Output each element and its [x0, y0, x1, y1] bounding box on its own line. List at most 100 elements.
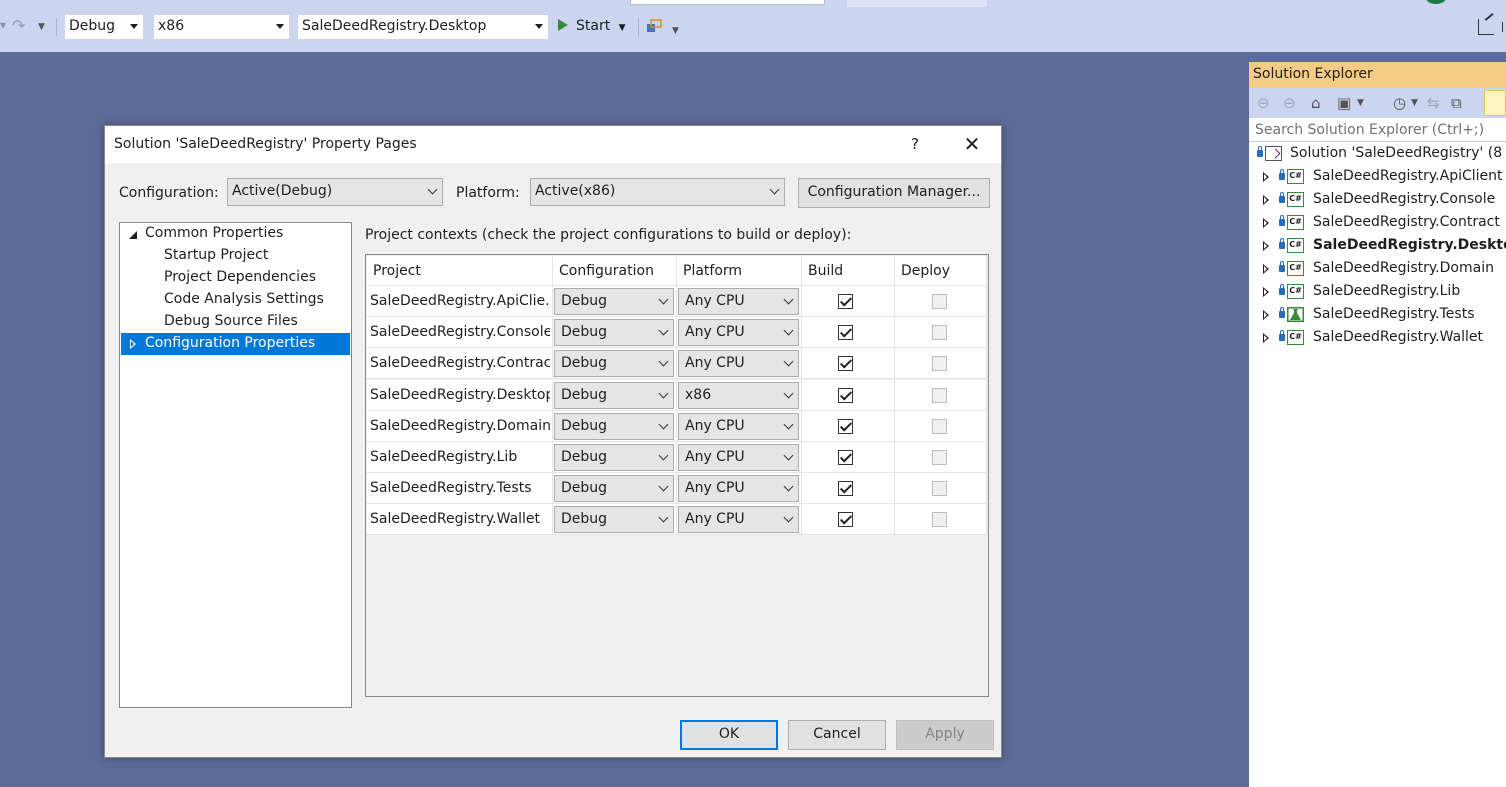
start-dropdown-icon[interactable]: ▼: [619, 23, 626, 33]
filter-dropdown-icon[interactable]: ▼: [1411, 98, 1418, 108]
collapse-all-icon[interactable]: ⧉: [1451, 94, 1462, 112]
platform-select[interactable]: Any CPU: [678, 444, 799, 471]
platform-select[interactable]: Any CPU: [678, 319, 799, 347]
platform-select[interactable]: Any CPU: [678, 506, 799, 534]
tree-item-common-properties[interactable]: Common Properties: [120, 223, 351, 245]
solution-explorer-title[interactable]: Solution Explorer: [1249, 62, 1506, 88]
lock-icon: [1279, 169, 1285, 180]
expand-icon[interactable]: [1263, 310, 1269, 320]
account-status-icon[interactable]: [1426, 0, 1446, 4]
solution-configuration-combo[interactable]: Debug: [64, 14, 144, 40]
top-search-field[interactable]: [630, 0, 825, 5]
platform-select[interactable]: x86: [678, 381, 799, 409]
configuration-combo[interactable]: Active(Debug): [227, 178, 443, 206]
expand-icon[interactable]: [1263, 264, 1269, 274]
configuration-select[interactable]: Debug: [554, 506, 674, 534]
expand-icon[interactable]: [1263, 218, 1269, 228]
platform-value: Any CPU: [685, 511, 745, 528]
help-button[interactable]: ?: [908, 135, 922, 153]
configuration-select[interactable]: Debug: [554, 350, 674, 378]
expand-icon[interactable]: [1263, 287, 1269, 297]
chevron-down-icon: [658, 450, 669, 461]
build-checkbox[interactable]: [838, 294, 853, 309]
close-icon[interactable]: ✕: [957, 132, 987, 158]
startup-project-combo[interactable]: SaleDeedRegistry.Desktop: [297, 14, 549, 40]
platform-value: Any CPU: [685, 417, 745, 434]
column-header-platform[interactable]: Platform: [677, 256, 802, 286]
sync-icon[interactable]: ⇆: [1427, 94, 1440, 112]
configuration-select[interactable]: Debug: [554, 381, 674, 409]
configuration-select[interactable]: Debug: [554, 412, 674, 440]
chevron-down-icon: [658, 388, 669, 399]
expand-icon[interactable]: [1263, 333, 1269, 343]
ok-button[interactable]: OK: [680, 720, 778, 750]
project-name: SaleDeedRegistry.Lib: [370, 449, 518, 465]
configuration-select[interactable]: Debug: [554, 475, 674, 503]
collapsed-icon[interactable]: [130, 339, 136, 349]
grid-cell-project: SaleDeedRegistry.ApiClie...: [367, 286, 553, 317]
platform-combo[interactable]: Active(x86): [530, 178, 785, 206]
configuration-select[interactable]: Debug: [554, 444, 674, 471]
platform-select[interactable]: Any CPU: [678, 475, 799, 503]
toolbar-overflow-icon[interactable]: [1502, 22, 1506, 32]
build-checkbox[interactable]: [838, 512, 853, 528]
expand-icon[interactable]: [1263, 195, 1269, 205]
platform-select[interactable]: Any CPU: [678, 412, 799, 440]
home-icon[interactable]: ⌂: [1311, 94, 1321, 112]
configuration-value: Debug: [561, 511, 608, 528]
tree-item-label: Startup Project: [164, 247, 269, 263]
tree-item-configuration-properties[interactable]: Configuration Properties: [121, 333, 350, 355]
show-all-files-icon[interactable]: [1484, 90, 1506, 116]
configuration-select[interactable]: Debug: [554, 319, 674, 347]
redo-icon[interactable]: ↷: [12, 16, 25, 35]
configuration-select[interactable]: Debug: [554, 288, 674, 315]
column-header-deploy[interactable]: Deploy: [895, 256, 987, 286]
tree-item-label: Configuration Properties: [145, 335, 316, 351]
live-share-icon[interactable]: [1478, 19, 1494, 35]
pending-changes-filter-icon[interactable]: ◷: [1393, 94, 1406, 112]
grid-cell-platform: Any CPU: [677, 410, 802, 442]
cancel-button[interactable]: Cancel: [788, 720, 886, 750]
build-checkbox[interactable]: [838, 450, 853, 465]
undo-dropdown-icon[interactable]: ▾: [0, 18, 6, 32]
browser-link-icon[interactable]: [646, 19, 662, 33]
column-header-build[interactable]: Build: [802, 256, 895, 286]
toolbar-options-icon[interactable]: ▼: [672, 26, 679, 36]
chevron-down-icon: [658, 512, 669, 523]
tree-item-project-dependencies[interactable]: Project Dependencies: [120, 267, 351, 289]
build-checkbox[interactable]: [838, 325, 853, 341]
column-header-project[interactable]: Project: [367, 256, 553, 286]
configuration-manager-button[interactable]: Configuration Manager...: [798, 178, 990, 208]
csharp-project-icon: C#: [1287, 192, 1304, 207]
platform-select[interactable]: Any CPU: [678, 288, 799, 315]
build-checkbox[interactable]: [838, 481, 853, 497]
expand-icon[interactable]: [1263, 241, 1269, 251]
forward-icon[interactable]: ⊖: [1283, 94, 1296, 112]
solution-configuration-value: Debug: [69, 18, 116, 34]
chevron-down-icon: [783, 450, 794, 461]
switch-views-icon[interactable]: ▣: [1337, 94, 1351, 112]
solution-platform-combo[interactable]: x86: [153, 14, 290, 40]
tree-item-startup-project[interactable]: Startup Project: [120, 245, 351, 267]
build-checkbox[interactable]: [838, 356, 853, 372]
expand-icon[interactable]: [1263, 172, 1269, 182]
grid-cell-platform: Any CPU: [677, 442, 802, 473]
property-pages-dialog: Solution 'SaleDeedRegistry' Property Pag…: [104, 125, 1002, 758]
expanded-icon[interactable]: [129, 231, 137, 239]
back-icon[interactable]: ⊖: [1257, 94, 1270, 112]
project-name: SaleDeedRegistry.Wallet: [370, 511, 541, 528]
build-checkbox[interactable]: [838, 418, 853, 434]
start-debugging-button[interactable]: Start ▼: [558, 18, 626, 34]
tree-item-code-analysis-settings[interactable]: Code Analysis Settings: [120, 289, 351, 311]
grid-cell-project: SaleDeedRegistry.Console: [367, 317, 553, 349]
column-header-configuration[interactable]: Configuration: [553, 256, 677, 286]
redo-dropdown-icon[interactable]: ▼: [38, 22, 45, 32]
switch-views-dropdown-icon[interactable]: ▼: [1357, 98, 1364, 108]
grid-cell-build: [802, 410, 895, 442]
solution-explorer-search[interactable]: Search Solution Explorer (Ctrl+;): [1249, 118, 1506, 142]
tree-item-debug-source-files[interactable]: Debug Source Files: [120, 311, 351, 333]
build-checkbox[interactable]: [838, 387, 853, 403]
platform-select[interactable]: Any CPU: [678, 350, 799, 378]
apply-button[interactable]: Apply: [896, 720, 994, 750]
tree-item-label: Debug Source Files: [164, 313, 298, 329]
